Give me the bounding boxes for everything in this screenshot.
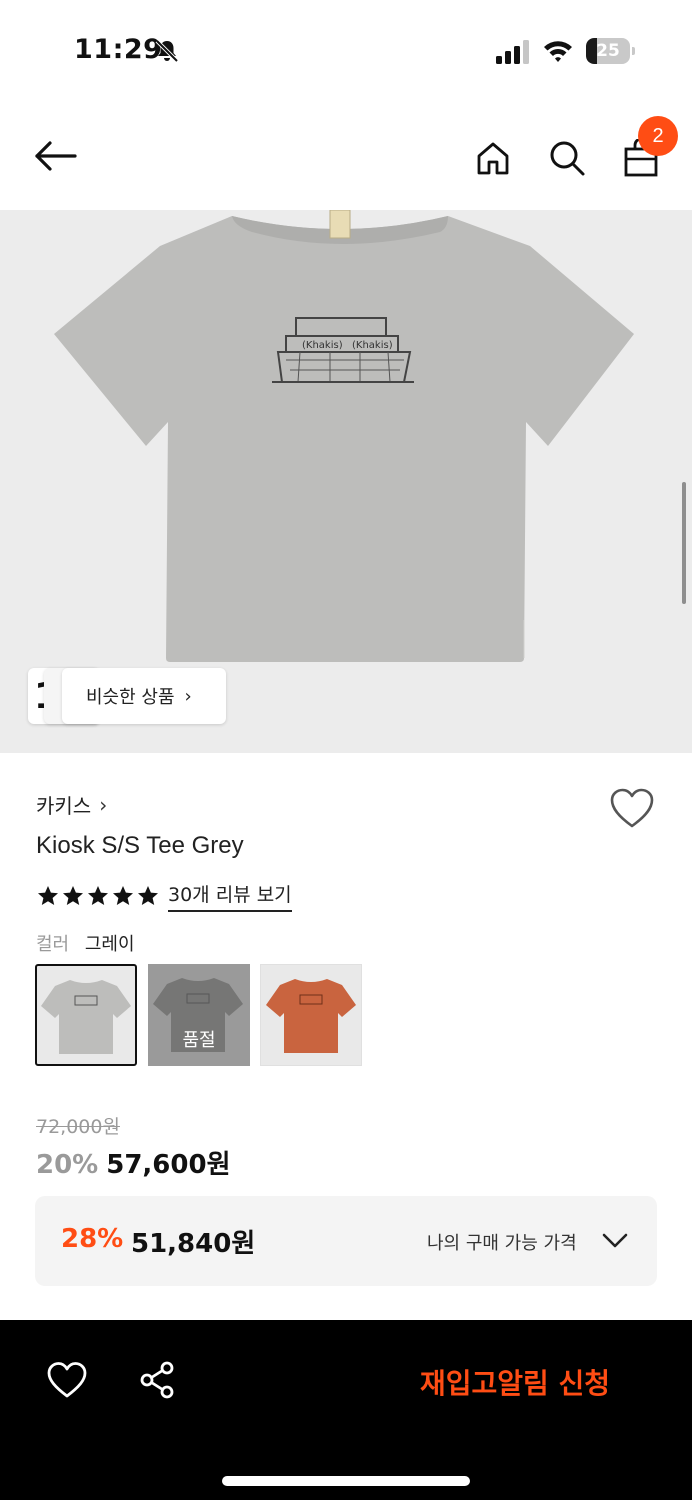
rating-stars — [36, 884, 160, 908]
rating-row: 30개 리뷰 보기 — [36, 880, 292, 912]
svg-text:(Khakis): (Khakis) — [302, 340, 343, 351]
chevron-down-icon — [602, 1233, 628, 1248]
color-value: 그레이 — [84, 934, 135, 955]
top-navigation — [0, 100, 692, 210]
search-button[interactable] — [542, 133, 592, 183]
chevron-right-icon: › — [99, 792, 108, 817]
cellular-signal-icon — [496, 40, 529, 64]
chevron-right-icon: › — [184, 685, 192, 707]
review-link[interactable]: 30개 리뷰 보기 — [168, 880, 292, 912]
my-discount-rate: 28% — [61, 1224, 124, 1254]
search-icon — [550, 141, 585, 176]
heart-icon[interactable] — [608, 786, 656, 830]
star-icon — [88, 886, 108, 905]
color-swatch-soldout[interactable]: 품절 — [148, 964, 250, 1066]
share-icon[interactable] — [138, 1360, 178, 1400]
color-swatch-orange[interactable] — [260, 964, 362, 1066]
star-icon — [38, 886, 58, 905]
bell-off-icon — [155, 39, 179, 63]
color-row: 컬러 그레이 — [36, 930, 135, 956]
cart-count-badge: 2 — [638, 116, 678, 156]
bottom-action-bar: 재입고알림 신청 — [0, 1320, 692, 1500]
back-arrow-icon — [35, 141, 77, 171]
original-price: 72,000원 — [36, 1116, 120, 1138]
product-title: Kiosk S/S Tee Grey — [36, 832, 244, 859]
status-bar: 11:29 25 — [0, 0, 692, 100]
color-label: 컬러 — [36, 934, 70, 955]
my-price-dropdown[interactable]: 28% 51,840원 나의 구매 가능 가격 — [35, 1196, 657, 1286]
home-button[interactable] — [468, 133, 518, 183]
brand-name: 카키스 — [36, 794, 92, 818]
similar-products-button[interactable]: 비슷한 상품 › — [62, 668, 226, 724]
status-time: 11:29 — [74, 34, 163, 65]
my-price: 51,840원 — [131, 1229, 256, 1259]
color-swatch-grey[interactable] — [35, 964, 137, 1066]
home-indicator[interactable] — [222, 1476, 470, 1486]
battery-level: 25 — [596, 41, 620, 61]
svg-text:(Khakis): (Khakis) — [352, 340, 393, 351]
restock-alert-button[interactable]: 재입고알림 신청 — [420, 1362, 610, 1402]
image-scrollbar[interactable] — [682, 482, 686, 604]
star-icon — [138, 886, 158, 905]
wifi-icon — [544, 41, 572, 62]
sold-out-label: 품절 — [182, 1030, 216, 1051]
star-icon — [113, 886, 133, 905]
back-button[interactable] — [30, 131, 80, 181]
similar-products-label: 비슷한 상품 — [86, 687, 175, 708]
price-row: 20% 57,600원 — [36, 1144, 231, 1181]
my-price-label: 나의 구매 가능 가격 — [427, 1233, 577, 1254]
battery-indicator: 25 — [586, 38, 636, 64]
star-icon — [63, 886, 83, 905]
home-icon — [477, 142, 509, 175]
brand-link[interactable]: 카키스 › — [36, 790, 107, 819]
sale-price: 57,600원 — [106, 1150, 231, 1180]
wishlist-heart-icon[interactable] — [46, 1360, 88, 1400]
swatch-tshirt-orange — [266, 979, 356, 1053]
discount-rate: 20% — [36, 1150, 99, 1180]
swatch-tshirt-grey — [41, 980, 131, 1054]
